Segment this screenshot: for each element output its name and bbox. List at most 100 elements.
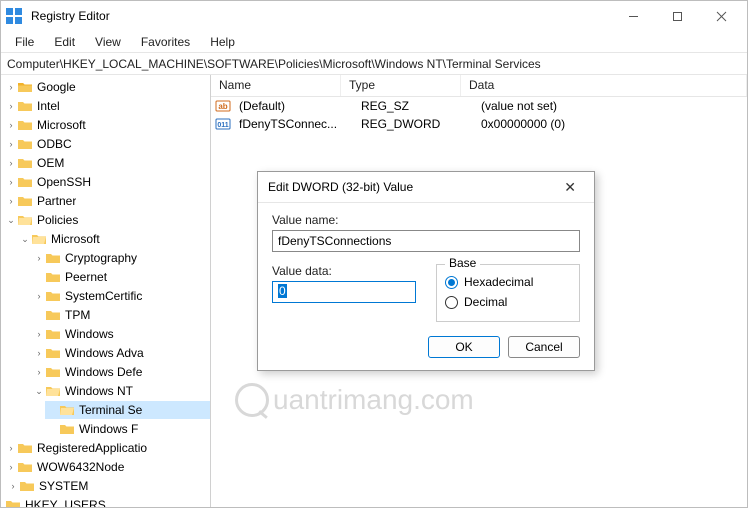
tree-item-terminal-services[interactable]: Terminal Se xyxy=(79,403,142,417)
maximize-button[interactable] xyxy=(655,2,699,30)
folder-icon xyxy=(17,118,33,132)
folder-icon xyxy=(5,498,21,507)
radio-decimal[interactable]: Decimal xyxy=(445,293,571,311)
expand-icon[interactable]: › xyxy=(5,100,17,112)
folder-icon xyxy=(17,156,33,170)
collapse-icon[interactable]: ⌄ xyxy=(5,214,17,226)
expand-icon[interactable]: › xyxy=(33,290,45,302)
folder-icon xyxy=(45,308,61,322)
svg-text:011: 011 xyxy=(217,122,228,129)
tree-item-windowsadv[interactable]: Windows Adva xyxy=(65,346,144,360)
tree-item-system[interactable]: SYSTEM xyxy=(39,479,88,493)
value-data: (value not set) xyxy=(477,99,747,113)
radio-hexadecimal[interactable]: Hexadecimal xyxy=(445,273,571,291)
registry-editor-window: Registry Editor File Edit View Favorites… xyxy=(0,0,748,508)
expand-icon[interactable]: › xyxy=(7,480,19,492)
tree-item-windowsf[interactable]: Windows F xyxy=(79,422,138,436)
expand-spacer xyxy=(33,309,45,321)
tree-item-google[interactable]: Google xyxy=(37,80,76,94)
expand-icon[interactable]: › xyxy=(5,442,17,454)
tree-item-odbc[interactable]: ODBC xyxy=(37,137,72,151)
tree-item-windowsnt[interactable]: Windows NT xyxy=(65,384,133,398)
tree-item-microsoft[interactable]: Microsoft xyxy=(37,118,86,132)
collapse-icon[interactable]: ⌄ xyxy=(33,385,45,397)
tree-item-cryptography[interactable]: Cryptography xyxy=(65,251,137,265)
tree-item-windowsdef[interactable]: Windows Defe xyxy=(65,365,142,379)
regedit-icon xyxy=(5,7,23,25)
radio-icon xyxy=(445,296,458,309)
expand-icon[interactable]: › xyxy=(5,119,17,131)
expand-icon[interactable]: › xyxy=(5,176,17,188)
folder-icon xyxy=(17,460,33,474)
string-value-icon: ab xyxy=(215,98,231,114)
value-type: REG_DWORD xyxy=(357,117,477,131)
dialog-close-button[interactable]: ✕ xyxy=(556,177,584,198)
folder-icon xyxy=(45,251,61,265)
window-title: Registry Editor xyxy=(31,9,110,23)
dword-value-icon: 011 xyxy=(215,116,231,132)
menu-favorites[interactable]: Favorites xyxy=(131,33,200,51)
menu-view[interactable]: View xyxy=(85,33,131,51)
expand-icon[interactable]: › xyxy=(33,366,45,378)
minimize-button[interactable] xyxy=(611,2,655,30)
menubar: File Edit View Favorites Help xyxy=(1,31,747,53)
tree-item-tpm[interactable]: TPM xyxy=(65,308,90,322)
tree-item-openssh[interactable]: OpenSSH xyxy=(37,175,91,189)
expand-icon[interactable]: › xyxy=(33,347,45,359)
folder-open-icon xyxy=(31,232,47,246)
tree-item-systemcert[interactable]: SystemCertific xyxy=(65,289,142,303)
expand-icon[interactable]: › xyxy=(33,328,45,340)
path-bar[interactable]: Computer\HKEY_LOCAL_MACHINE\SOFTWARE\Pol… xyxy=(1,53,747,75)
value-name-input[interactable] xyxy=(272,230,580,252)
ok-button[interactable]: OK xyxy=(428,336,500,358)
expand-icon[interactable]: › xyxy=(5,195,17,207)
folder-open-icon xyxy=(17,213,33,227)
tree-item-policies-microsoft[interactable]: Microsoft xyxy=(51,232,100,246)
dialog-titlebar[interactable]: Edit DWORD (32-bit) Value ✕ xyxy=(258,172,594,202)
list-row[interactable]: 011 fDenyTSConnec... REG_DWORD 0x0000000… xyxy=(211,115,747,133)
folder-open-icon xyxy=(45,384,61,398)
value-type: REG_SZ xyxy=(357,99,477,113)
titlebar: Registry Editor xyxy=(1,1,747,31)
folder-icon xyxy=(19,479,35,493)
tree-item-oem[interactable]: OEM xyxy=(37,156,64,170)
path-text: Computer\HKEY_LOCAL_MACHINE\SOFTWARE\Pol… xyxy=(7,57,541,71)
value-data-input[interactable]: 0 xyxy=(272,281,416,303)
tree-item-wow64[interactable]: WOW6432Node xyxy=(37,460,124,474)
folder-icon xyxy=(17,441,33,455)
cancel-button[interactable]: Cancel xyxy=(508,336,580,358)
svg-text:ab: ab xyxy=(218,102,227,111)
tree-item-policies[interactable]: Policies xyxy=(37,213,78,227)
edit-dword-dialog: Edit DWORD (32-bit) Value ✕ Value name: … xyxy=(257,171,595,371)
folder-icon xyxy=(45,289,61,303)
collapse-icon[interactable]: ⌄ xyxy=(19,233,31,245)
close-button[interactable] xyxy=(699,2,743,30)
header-type[interactable]: Type xyxy=(341,75,461,96)
header-data[interactable]: Data xyxy=(461,75,747,96)
expand-icon[interactable]: › xyxy=(5,138,17,150)
tree-item-windows[interactable]: Windows xyxy=(65,327,114,341)
tree-item-regapp[interactable]: RegisteredApplicatio xyxy=(37,441,147,455)
tree-pane[interactable]: › Google › Intel › Microsoft › ODBC › OEM › Op… xyxy=(1,75,211,507)
expand-spacer xyxy=(47,404,59,416)
expand-spacer xyxy=(33,271,45,283)
expand-icon[interactable]: › xyxy=(5,157,17,169)
radio-label: Hexadecimal xyxy=(464,275,533,289)
expand-icon[interactable]: › xyxy=(5,461,17,473)
expand-icon[interactable]: › xyxy=(33,252,45,264)
base-fieldset: Base Hexadecimal Decimal xyxy=(436,264,580,322)
list-header: Name Type Data xyxy=(211,75,747,97)
menu-edit[interactable]: Edit xyxy=(44,33,85,51)
menu-file[interactable]: File xyxy=(5,33,44,51)
tree-item-partner[interactable]: Partner xyxy=(37,194,76,208)
tree-item-hkeyusers[interactable]: HKEY_USERS xyxy=(25,498,106,507)
tree-item-peernet[interactable]: Peernet xyxy=(65,270,107,284)
expand-icon[interactable]: › xyxy=(5,81,17,93)
list-row[interactable]: ab (Default) REG_SZ (value not set) xyxy=(211,97,747,115)
base-legend: Base xyxy=(445,256,480,270)
tree-item-intel[interactable]: Intel xyxy=(37,99,60,113)
header-name[interactable]: Name xyxy=(211,75,341,96)
menu-help[interactable]: Help xyxy=(200,33,245,51)
dialog-title: Edit DWORD (32-bit) Value xyxy=(268,180,413,194)
folder-icon xyxy=(17,137,33,151)
